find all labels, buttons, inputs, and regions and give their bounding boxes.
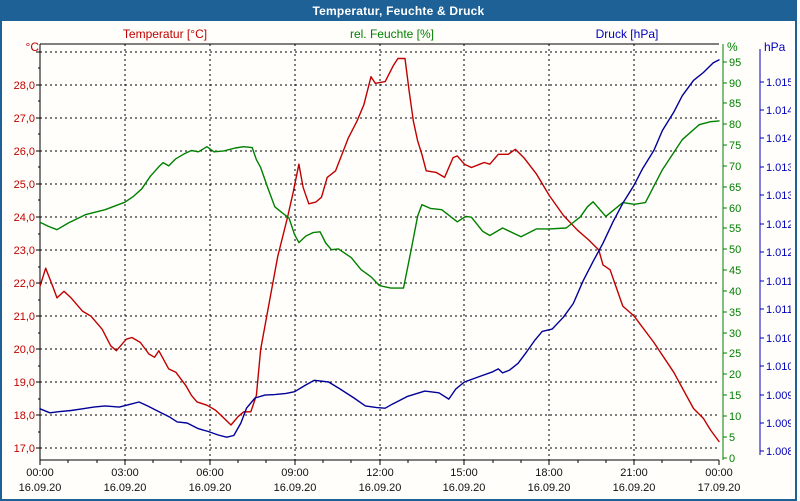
app-window: Temperatur, Feuchte & Druck Temperatur […: [0, 0, 797, 501]
svg-text:85: 85: [729, 98, 741, 110]
svg-text:1.014: 1.014: [766, 105, 791, 117]
svg-text:24,0: 24,0: [14, 212, 35, 224]
svg-text:1.010: 1.010: [766, 333, 791, 345]
svg-text:27,0: 27,0: [14, 113, 35, 125]
svg-text:1.011: 1.011: [766, 304, 791, 316]
svg-text:16.09.20: 16.09.20: [274, 482, 317, 494]
svg-text:00:00: 00:00: [705, 467, 733, 479]
svg-text:1.013: 1.013: [766, 162, 791, 174]
svg-text:23,0: 23,0: [14, 245, 35, 257]
svg-text:22,0: 22,0: [14, 278, 35, 290]
svg-text:60: 60: [729, 203, 741, 215]
legend-pressure-label: Druck [hPa]: [596, 27, 659, 41]
svg-text:1.015: 1.015: [766, 77, 791, 89]
svg-text:16.09.20: 16.09.20: [443, 482, 486, 494]
svg-text:06:00: 06:00: [196, 467, 224, 479]
svg-text:26,0: 26,0: [14, 146, 35, 158]
svg-text:35: 35: [729, 307, 741, 319]
humidity-axis-unit: %: [727, 40, 738, 54]
svg-text:16.09.20: 16.09.20: [189, 482, 232, 494]
svg-text:1.014: 1.014: [766, 133, 791, 145]
svg-text:1.012: 1.012: [766, 247, 791, 259]
svg-text:20,0: 20,0: [14, 344, 35, 356]
pressure-axis: 1.015 1.014 1.014 1.013 1.013 1.012 1.012 1.011…: [759, 49, 791, 458]
svg-text:15:00: 15:00: [450, 467, 478, 479]
svg-text:16.09.20: 16.09.20: [104, 482, 147, 494]
svg-text:16.09.20: 16.09.20: [528, 482, 571, 494]
plot-border: [39, 43, 719, 461]
svg-text:18,0: 18,0: [14, 410, 35, 422]
svg-text:25,0: 25,0: [14, 179, 35, 191]
svg-text:21:00: 21:00: [620, 467, 648, 479]
svg-text:00:00: 00:00: [26, 467, 54, 479]
svg-text:15: 15: [729, 390, 741, 402]
svg-text:1.011: 1.011: [766, 276, 791, 288]
temperature-axis: 28,0 27,0 26,0 25,0 24,0 23,0 22,0 21,0 20,0 19,0…: [14, 51, 40, 455]
svg-text:1.013: 1.013: [766, 190, 791, 202]
svg-text:17,0: 17,0: [14, 443, 35, 455]
svg-text:16.09.20: 16.09.20: [613, 482, 656, 494]
humidity-axis: 95908580757065605550454035302520151050: [722, 44, 741, 465]
svg-text:03:00: 03:00: [111, 467, 139, 479]
legend-temperature-label: Temperatur [°C]: [123, 27, 207, 41]
plot-area: 28,0 27,0 26,0 25,0 24,0 23,0 22,0 21,0 20,0 19,0…: [14, 43, 791, 494]
svg-text:55: 55: [729, 223, 741, 235]
svg-text:65: 65: [729, 182, 741, 194]
svg-text:95: 95: [729, 57, 741, 69]
svg-text:18:00: 18:00: [535, 467, 563, 479]
svg-text:70: 70: [729, 161, 741, 173]
svg-text:5: 5: [729, 432, 735, 444]
svg-text:45: 45: [729, 265, 741, 277]
svg-text:90: 90: [729, 78, 741, 90]
legend-humidity-label: rel. Feuchte [%]: [350, 27, 434, 41]
svg-text:09:00: 09:00: [281, 467, 309, 479]
svg-text:10: 10: [729, 411, 741, 423]
gridlines: [40, 44, 719, 460]
svg-text:20: 20: [729, 369, 741, 381]
svg-text:80: 80: [729, 119, 741, 131]
svg-text:40: 40: [729, 286, 741, 298]
svg-text:30: 30: [729, 328, 741, 340]
time-axis: 00:00 16.09.20 03:00 16.09.20 06:00 16.09.20 0…: [19, 460, 741, 494]
svg-text:75: 75: [729, 140, 741, 152]
svg-text:0: 0: [729, 453, 735, 465]
svg-text:28,0: 28,0: [14, 80, 35, 92]
window-title-bar[interactable]: Temperatur, Feuchte & Druck: [2, 2, 795, 21]
pressure-axis-unit: hPa: [764, 40, 786, 54]
svg-text:17.09.20: 17.09.20: [698, 482, 741, 494]
svg-text:1.010: 1.010: [766, 361, 791, 373]
chart-canvas: Temperatur [°C] rel. Feuchte [%] Druck […: [14, 27, 791, 494]
svg-text:1.012: 1.012: [766, 219, 791, 231]
svg-text:25: 25: [729, 348, 741, 360]
svg-text:16.09.20: 16.09.20: [19, 482, 62, 494]
svg-text:1.009: 1.009: [766, 418, 791, 430]
svg-text:1.008: 1.008: [766, 446, 791, 458]
svg-text:1.009: 1.009: [766, 390, 791, 402]
svg-text:12:00: 12:00: [366, 467, 394, 479]
svg-text:21,0: 21,0: [14, 311, 35, 323]
svg-text:50: 50: [729, 244, 741, 256]
window-title: Temperatur, Feuchte & Druck: [312, 4, 485, 18]
svg-text:16.09.20: 16.09.20: [359, 482, 402, 494]
svg-text:19,0: 19,0: [14, 377, 35, 389]
